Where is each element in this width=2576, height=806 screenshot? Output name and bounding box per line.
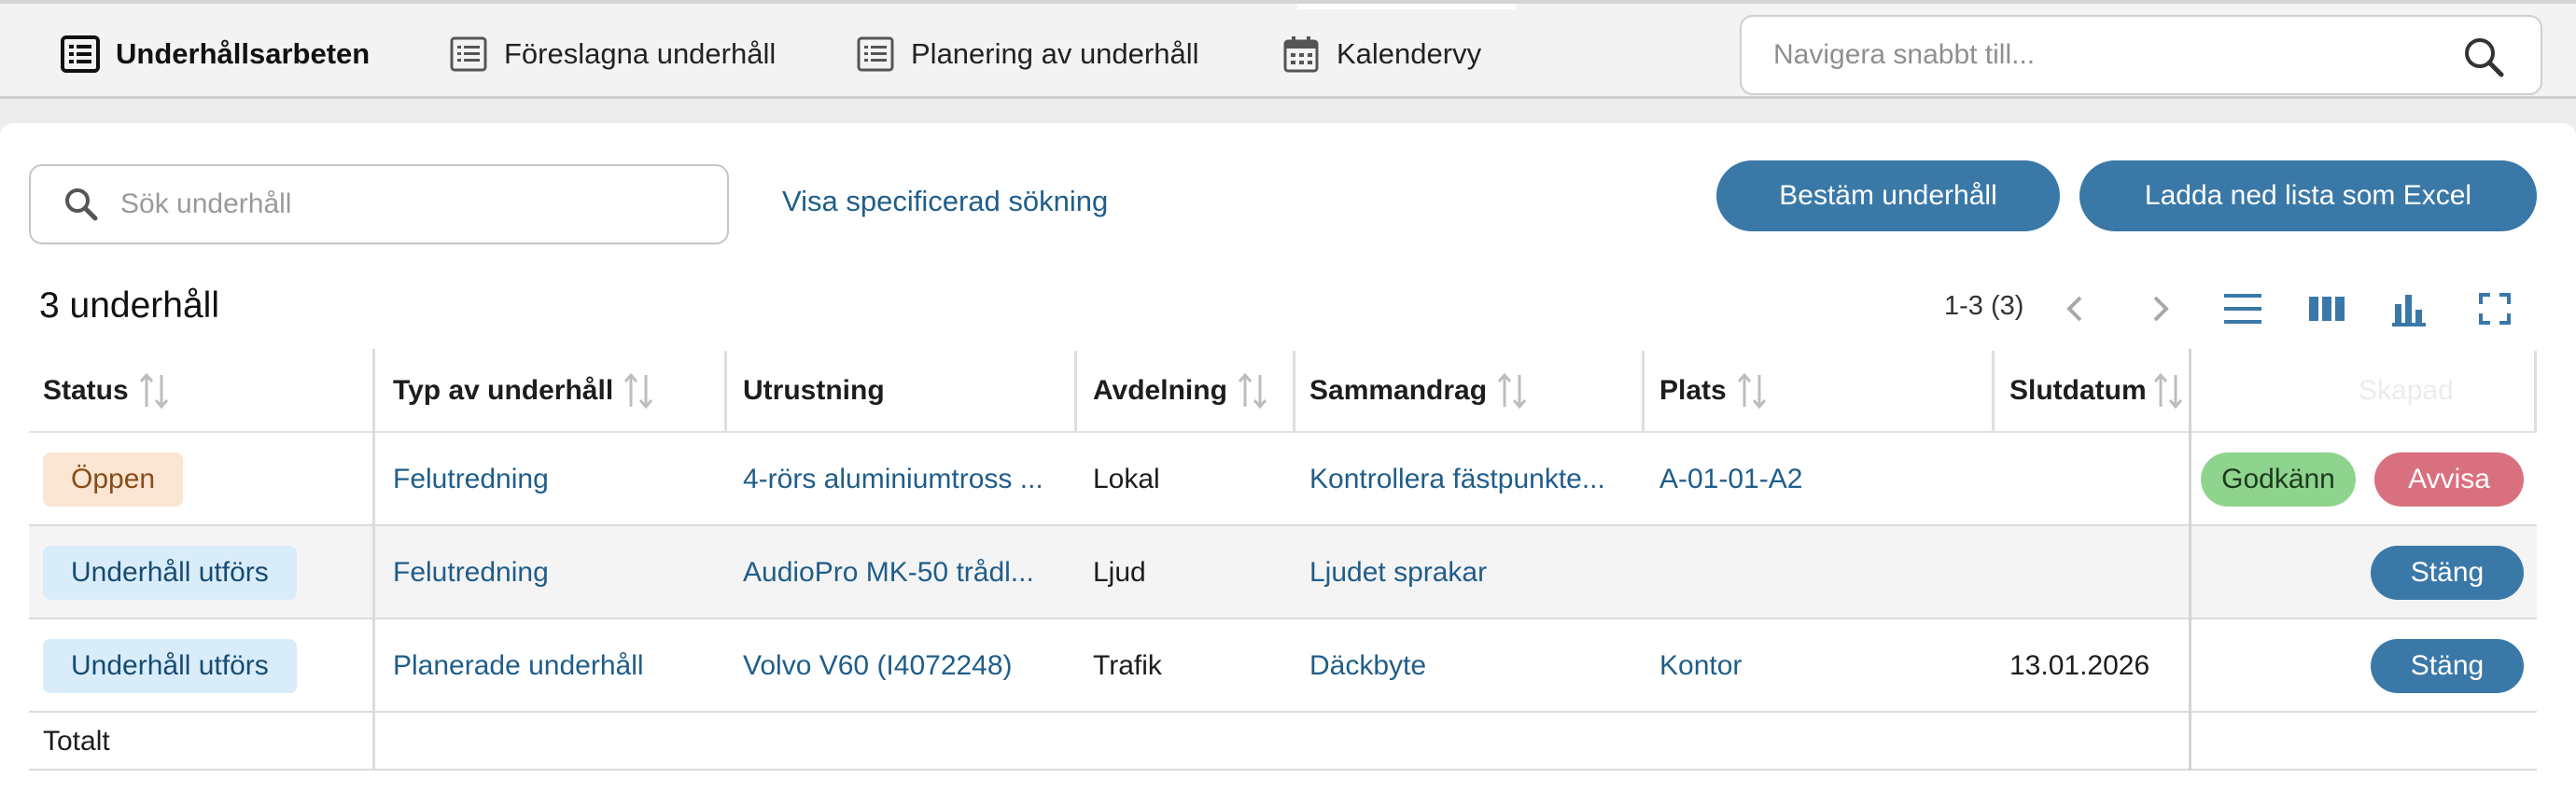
- bar-chart-icon[interactable]: [2386, 285, 2432, 332]
- status-badge: Underhåll utförs: [43, 639, 297, 693]
- list-icon: [855, 34, 896, 75]
- top-navigation: Underhållsarbeten Föreslagna underhåll P…: [0, 0, 2576, 99]
- tab-foreslagna-underhall[interactable]: Föreslagna underhåll: [448, 7, 776, 101]
- table-row[interactable]: Underhåll utförs Felutredning AudioPro M…: [29, 526, 2537, 619]
- assign-maintenance-button[interactable]: Bestäm underhåll: [1716, 160, 2060, 231]
- result-count: 3 underhåll: [39, 285, 219, 326]
- search-icon: [63, 186, 100, 223]
- table-row[interactable]: Öppen Felutredning 4-rörs aluminiumtross…: [29, 433, 2537, 526]
- tab-underhallsarbeten[interactable]: Underhållsarbeten: [60, 7, 370, 101]
- sort-icon[interactable]: [1496, 372, 1528, 410]
- total-label: Totalt: [43, 726, 110, 757]
- column-divider[interactable]: [1642, 351, 1645, 431]
- location-cell[interactable]: [1659, 526, 1977, 619]
- tab-label: Föreslagna underhåll: [504, 37, 777, 70]
- total-row: Totalt: [29, 713, 2537, 771]
- column-header-status[interactable]: Status: [43, 349, 170, 433]
- column-header-location[interactable]: Plats: [1659, 349, 1768, 433]
- chevron-right-icon[interactable]: [2136, 285, 2183, 332]
- sort-icon[interactable]: [623, 372, 654, 410]
- fullscreen-icon[interactable]: [2471, 285, 2518, 332]
- equipment-cell[interactable]: 4-rörs aluminiumtross ...: [743, 433, 1060, 526]
- columns-icon[interactable]: [2303, 285, 2350, 332]
- tab-kalendervy[interactable]: Kalendervy: [1281, 7, 1481, 101]
- maintenance-search-input[interactable]: [120, 188, 718, 220]
- department-cell: Trafik: [1093, 650, 1162, 681]
- search-icon[interactable]: [2462, 35, 2505, 78]
- status-cell: Underhåll utförs: [43, 619, 297, 713]
- equipment-cell[interactable]: Volvo V60 (I4072248): [743, 619, 1060, 713]
- type-cell[interactable]: Felutredning: [393, 433, 710, 526]
- tab-label: Planering av underhåll: [911, 37, 1199, 70]
- column-header-summary[interactable]: Sammandrag: [1309, 349, 1528, 433]
- table-row[interactable]: Underhåll utförs Planerade underhåll Vol…: [29, 619, 2537, 713]
- department-cell: Lokal: [1093, 464, 1160, 494]
- status-cell: Öppen: [43, 433, 184, 526]
- sort-icon[interactable]: [2152, 372, 2184, 410]
- column-header-department[interactable]: Avdelning: [1093, 349, 1268, 433]
- summary-cell[interactable]: Däckbyte: [1309, 619, 1627, 713]
- sort-icon[interactable]: [1237, 372, 1268, 410]
- quick-navigation-search: [1740, 15, 2542, 95]
- list-view-icon[interactable]: [2219, 285, 2266, 332]
- maintenance-search: [29, 164, 729, 244]
- end-date-cell: 13.01.2026: [2009, 650, 2150, 681]
- quick-navigation-input[interactable]: [1773, 39, 2427, 71]
- column-header-end-date[interactable]: Slutdatum: [2009, 349, 2184, 433]
- department-cell: Ljud: [1093, 557, 1146, 588]
- end-date-cell: [2009, 433, 2177, 526]
- end-date-cell: [2009, 526, 2177, 619]
- location-cell[interactable]: Kontor: [1659, 619, 1977, 713]
- calendar-icon: [1281, 34, 1322, 75]
- type-cell[interactable]: Planerade underhåll: [393, 619, 710, 713]
- location-cell[interactable]: A-01-01-A2: [1659, 433, 1977, 526]
- tab-planering-av-underhall[interactable]: Planering av underhåll: [855, 7, 1199, 101]
- tab-label: Kalendervy: [1337, 37, 1482, 70]
- sort-icon[interactable]: [138, 372, 170, 410]
- column-divider[interactable]: [1293, 351, 1295, 431]
- column-header-type[interactable]: Typ av underhåll: [393, 349, 654, 433]
- list-icon: [448, 34, 489, 75]
- status-cell: Underhåll utförs: [43, 526, 297, 619]
- column-header-equipment[interactable]: Utrustning: [743, 349, 885, 433]
- column-divider[interactable]: [724, 351, 727, 431]
- column-divider[interactable]: [1074, 351, 1077, 431]
- equipment-cell[interactable]: AudioPro MK-50 trådl...: [743, 526, 1060, 619]
- status-badge: Underhåll utförs: [43, 546, 297, 600]
- advanced-search-link[interactable]: Visa specificerad sökning: [782, 185, 1108, 218]
- sort-icon[interactable]: [1736, 372, 1768, 410]
- summary-cell[interactable]: Kontrollera fästpunkte...: [1309, 433, 1627, 526]
- tab-label: Underhållsarbeten: [116, 37, 371, 70]
- list-icon: [60, 34, 101, 75]
- chevron-left-icon[interactable]: [2052, 285, 2099, 332]
- frozen-actions-column: [2189, 349, 2537, 771]
- frozen-column-divider: [372, 349, 375, 771]
- summary-cell[interactable]: Ljudet sprakar: [1309, 526, 1627, 619]
- status-badge: Öppen: [43, 452, 184, 507]
- pagination-label: 1-3 (3): [1944, 291, 2024, 321]
- download-excel-button[interactable]: Ladda ned lista som Excel: [2079, 160, 2537, 231]
- type-cell[interactable]: Felutredning: [393, 526, 710, 619]
- table-header: Status Typ av underhåll Utrustning Avdel…: [29, 349, 2537, 433]
- column-divider[interactable]: [1992, 351, 1995, 431]
